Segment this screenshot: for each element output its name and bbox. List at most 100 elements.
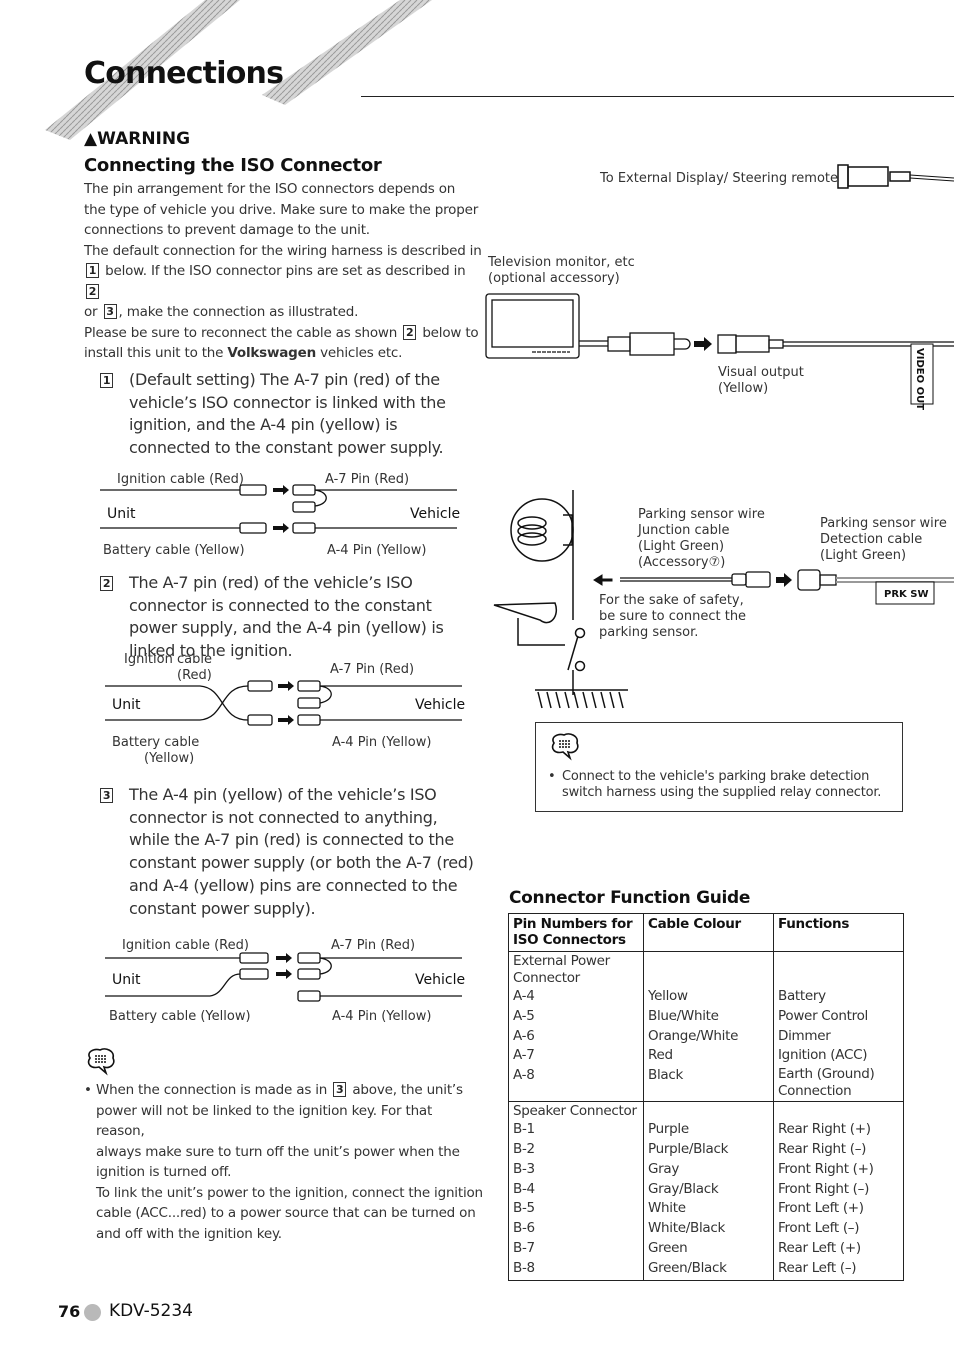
cell-colour: White/Black bbox=[643, 1219, 774, 1239]
table-row: B-3 Gray Front Right (+) bbox=[508, 1159, 904, 1180]
label-unit: Unit bbox=[107, 506, 136, 522]
case-1: 1 (Default setting) The A-7 pin (red) of… bbox=[98, 369, 480, 460]
warning-icon: ▲ bbox=[84, 129, 98, 149]
arrow-icon bbox=[694, 337, 712, 351]
label-tv-monitor: Television monitor, etc bbox=[487, 255, 635, 270]
cell-pin: Speaker Connector bbox=[508, 1101, 644, 1121]
label-safety-3: parking sensor. bbox=[599, 625, 698, 640]
case-text: (Default setting) The A-7 pin (red) of t… bbox=[129, 370, 446, 458]
label-prk-sw: PRK SW bbox=[884, 589, 929, 600]
cell-pin: B-3 bbox=[508, 1159, 644, 1180]
table-row: Speaker Connector bbox=[508, 1101, 904, 1121]
arrow-icon bbox=[276, 953, 292, 979]
label-battery: Battery cable bbox=[112, 735, 199, 750]
cell-function: Front Left (+) bbox=[773, 1199, 904, 1220]
label-vehicle: Vehicle bbox=[410, 506, 460, 522]
label-ignition: Ignition cable (Red) bbox=[122, 938, 249, 953]
label-unit: Unit bbox=[112, 972, 141, 988]
table-row: B-6 White/Black Front Left (–) bbox=[508, 1219, 904, 1239]
model-name: KDV-5234 bbox=[109, 1301, 193, 1321]
table-row: B-1 Purple Rear Right (+) bbox=[508, 1120, 904, 1140]
table-row: B-7 Green Rear Left (+) bbox=[508, 1238, 904, 1259]
section-heading-iso: Connecting the ISO Connector bbox=[84, 155, 382, 176]
connector-function-table: Pin Numbers for ISO Connectors Cable Colo… bbox=[508, 913, 904, 1281]
cell-pin: A-8 bbox=[508, 1066, 644, 1103]
case-number: 3 bbox=[100, 788, 113, 803]
arrow-icon bbox=[776, 573, 792, 587]
label-video-out: VIDEO OUT bbox=[914, 348, 925, 410]
cell-colour: Green bbox=[643, 1238, 774, 1259]
bullet: • bbox=[84, 1082, 92, 1098]
page-number: 76 bbox=[58, 1302, 81, 1321]
cell-function: Front Left (–) bbox=[773, 1219, 904, 1239]
connector-guide-heading: Connector Function Guide bbox=[509, 888, 751, 908]
ref-box-3: 3 bbox=[103, 304, 117, 319]
header-colour: Cable Colour bbox=[643, 913, 774, 952]
label-visual-color: (Yellow) bbox=[718, 381, 768, 396]
cell-colour bbox=[643, 1101, 774, 1121]
cell-function: Battery bbox=[773, 987, 904, 1007]
case-number: 2 bbox=[100, 576, 113, 591]
ref-box-3: 3 bbox=[333, 1082, 347, 1097]
cell-function: Rear Right (+) bbox=[773, 1120, 904, 1140]
case-text: The A-4 pin (yellow) of the vehicle’s IS… bbox=[129, 785, 474, 918]
cell-pin: B-5 bbox=[508, 1199, 644, 1220]
table-row: A-4 Yellow Battery bbox=[508, 987, 904, 1007]
table-row: B-8 Green/Black Rear Left (–) bbox=[508, 1258, 904, 1281]
label-external-display: To External Display/ Steering remote bbox=[599, 171, 838, 186]
cell-function: Rear Left (+) bbox=[773, 1238, 904, 1259]
label-tv-optional: (optional accessory) bbox=[488, 271, 620, 286]
table-row: B-2 Purple/Black Rear Right (–) bbox=[508, 1139, 904, 1160]
table-row: A-6 Orange/White Dimmer bbox=[508, 1026, 904, 1047]
cell-function: Earth (Ground) Connection bbox=[773, 1066, 904, 1103]
table-row: B-5 White Front Left (+) bbox=[508, 1199, 904, 1220]
rca-cables bbox=[579, 332, 954, 356]
ref-box-2: 2 bbox=[403, 324, 417, 340]
label-junction-1: Parking sensor wire bbox=[638, 507, 765, 522]
label-junction-4: (Accessory⑦) bbox=[638, 555, 725, 570]
cell-pin: B-6 bbox=[508, 1219, 644, 1239]
external-display-connector bbox=[837, 164, 954, 189]
note-icon bbox=[87, 1048, 115, 1076]
label-detection-3: (Light Green) bbox=[820, 548, 906, 563]
cell-colour: Gray/Black bbox=[643, 1179, 774, 1200]
cell-pin: B-4 bbox=[508, 1179, 644, 1200]
label-junction-3: (Light Green) bbox=[638, 539, 724, 554]
cell-function: Front Right (–) bbox=[773, 1179, 904, 1200]
cell-colour bbox=[643, 951, 774, 987]
label-battery-color: (Yellow) bbox=[144, 751, 194, 766]
label-safety-1: For the sake of safety, bbox=[599, 593, 744, 608]
table-row: A-7 Red Ignition (ACC) bbox=[508, 1046, 904, 1067]
cell-pin: B-8 bbox=[508, 1258, 644, 1281]
cell-colour: Black bbox=[643, 1066, 774, 1103]
label-ignition: Ignition cable (Red) bbox=[117, 472, 244, 487]
cell-pin: A-6 bbox=[508, 1026, 644, 1047]
intro-paragraph: The pin arrangement for the ISO connecto… bbox=[84, 181, 482, 361]
label-a4: A-4 Pin (Yellow) bbox=[327, 543, 426, 558]
video-parking-diagram: To External Display/ Steering remote Tel… bbox=[485, 164, 954, 709]
label-a7: A-7 Pin (Red) bbox=[330, 662, 414, 677]
cell-colour: Gray bbox=[643, 1159, 774, 1180]
cell-function: Dimmer bbox=[773, 1026, 904, 1047]
cell-pin: B-1 bbox=[508, 1120, 644, 1140]
cell-colour: Red bbox=[643, 1046, 774, 1067]
cell-colour: Green/Black bbox=[643, 1258, 774, 1281]
label-battery: Battery cable (Yellow) bbox=[109, 1009, 251, 1024]
cell-function bbox=[773, 951, 904, 987]
tv-monitor-icon bbox=[485, 293, 580, 359]
header-pin: Pin Numbers for ISO Connectors bbox=[508, 913, 644, 952]
label-a7: A-7 Pin (Red) bbox=[325, 472, 409, 487]
cell-colour: Purple/Black bbox=[643, 1139, 774, 1160]
label-battery: Battery cable (Yellow) bbox=[103, 543, 245, 558]
cell-colour: Yellow bbox=[643, 987, 774, 1007]
cell-pin: B-2 bbox=[508, 1139, 644, 1160]
label-safety-2: be sure to connect the bbox=[599, 609, 746, 624]
table-row: A-8 Black Earth (Ground) Connection bbox=[508, 1066, 904, 1103]
cell-function: Rear Left (–) bbox=[773, 1258, 904, 1281]
cell-colour: Orange/White bbox=[643, 1026, 774, 1047]
arrow-left-icon bbox=[593, 574, 613, 586]
wiring-diagram-3: Ignition cable (Red) A-7 Pin (Red) Unit … bbox=[105, 938, 465, 1024]
note-icon bbox=[551, 733, 579, 761]
header-functions: Functions bbox=[773, 913, 904, 952]
label-detection-2: Detection cable bbox=[820, 532, 922, 547]
